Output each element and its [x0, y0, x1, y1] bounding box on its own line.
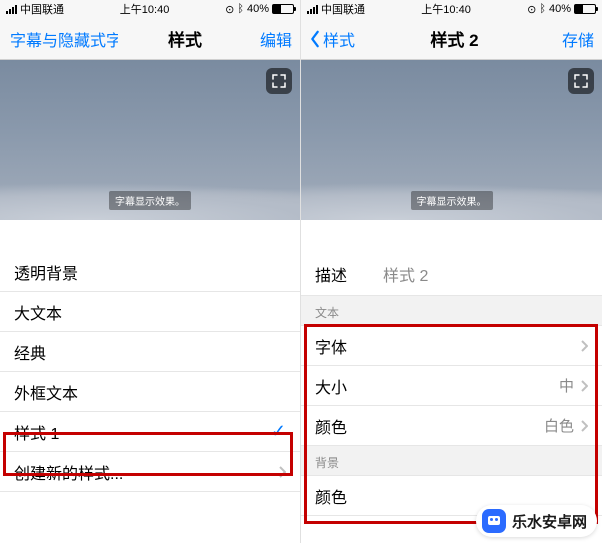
checkmark-icon: ✓ [271, 421, 286, 442]
caption-preview: 字幕显示效果。 [301, 60, 602, 220]
back-label: 样式 [323, 27, 355, 51]
bluetooth-icon: ᛒ [539, 3, 546, 15]
row-label: 大文本 [14, 300, 62, 324]
expand-button[interactable] [266, 68, 292, 94]
clock-label: 上午10:40 [421, 1, 471, 17]
save-button[interactable]: 存储 [554, 27, 594, 51]
caption-preview: 字幕显示效果。 [0, 60, 300, 220]
status-bar: 中国联通 上午10:40 ⊙ ᛒ 40% [0, 0, 300, 18]
back-button[interactable]: 样式 [309, 27, 355, 51]
nav-title: 样式 2 [355, 26, 554, 51]
row-label: 字体 [315, 334, 347, 358]
back-button[interactable]: 字幕与隐藏式字幕 [8, 27, 118, 51]
nav-bar: 样式 样式 2 存储 [301, 18, 602, 60]
expand-button[interactable] [568, 68, 594, 94]
text-color-row[interactable]: 颜色 白色 [301, 406, 602, 446]
clock-label: 上午10:40 [120, 1, 170, 17]
style-row-outline-text[interactable]: 外框文本 [0, 372, 300, 412]
expand-icon [272, 74, 286, 88]
signal-icon [6, 5, 17, 14]
chevron-right-icon [580, 380, 588, 392]
alarm-icon: ⊙ [527, 3, 536, 16]
battery-icon [272, 4, 294, 14]
caption-sample: 字幕显示效果。 [411, 191, 493, 210]
phone-right: 中国联通 上午10:40 ⊙ ᛒ 40% 样式 样式 2 存储 [301, 0, 602, 543]
signal-icon [307, 5, 318, 14]
row-label: 透明背景 [14, 260, 78, 284]
section-header-background: 背景 [301, 446, 602, 476]
size-row[interactable]: 大小 中 [301, 366, 602, 406]
alarm-icon: ⊙ [225, 3, 234, 16]
chevron-left-icon [309, 30, 321, 48]
style-row-large-text[interactable]: 大文本 [0, 292, 300, 332]
row-label: 创建新的样式... [14, 460, 123, 484]
font-row[interactable]: 字体 [301, 326, 602, 366]
row-value: 中 [559, 375, 574, 396]
create-new-style-row[interactable]: 创建新的样式... [0, 452, 300, 492]
chevron-right-icon [278, 466, 286, 478]
row-label: 样式 1 [14, 420, 59, 444]
watermark-text: 乐水安卓网 [512, 511, 587, 532]
row-label: 颜色 [315, 484, 347, 508]
row-value: 白色 [544, 415, 574, 436]
battery-label: 40% [247, 3, 269, 15]
nav-title: 样式 [118, 26, 252, 51]
style-row-transparent-bg[interactable]: 透明背景 [0, 252, 300, 292]
expand-icon [574, 74, 588, 88]
section-header-text: 文本 [301, 296, 602, 326]
edit-button[interactable]: 编辑 [252, 27, 292, 51]
watermark-logo-icon [482, 509, 506, 533]
battery-label: 40% [549, 3, 571, 15]
style-list: 透明背景 大文本 经典 外框文本 样式 1 ✓ 创建新的样式... [0, 252, 300, 492]
description-row[interactable]: 描述 样式 2 [301, 252, 602, 296]
style-row-style1[interactable]: 样式 1 ✓ [0, 412, 300, 452]
chevron-right-icon [580, 340, 588, 352]
chevron-right-icon [580, 420, 588, 432]
row-label: 经典 [14, 340, 46, 364]
description-key: 描述 [315, 262, 347, 286]
status-bar: 中国联通 上午10:40 ⊙ ᛒ 40% [301, 0, 602, 18]
nav-bar: 字幕与隐藏式字幕 样式 编辑 [0, 18, 300, 60]
phone-left: 中国联通 上午10:40 ⊙ ᛒ 40% 字幕与隐藏式字幕 样式 编辑 [0, 0, 301, 543]
back-label: 字幕与隐藏式字幕 [10, 27, 118, 51]
style-row-classic[interactable]: 经典 [0, 332, 300, 372]
caption-sample: 字幕显示效果。 [109, 191, 191, 210]
bluetooth-icon: ᛒ [237, 3, 244, 15]
row-label: 大小 [315, 374, 347, 398]
battery-icon [574, 4, 596, 14]
carrier-label: 中国联通 [20, 1, 64, 17]
watermark: 乐水安卓网 [476, 505, 597, 537]
row-label: 外框文本 [14, 380, 78, 404]
carrier-label: 中国联通 [321, 1, 365, 17]
description-value: 样式 2 [383, 262, 428, 286]
row-label: 颜色 [315, 414, 347, 438]
